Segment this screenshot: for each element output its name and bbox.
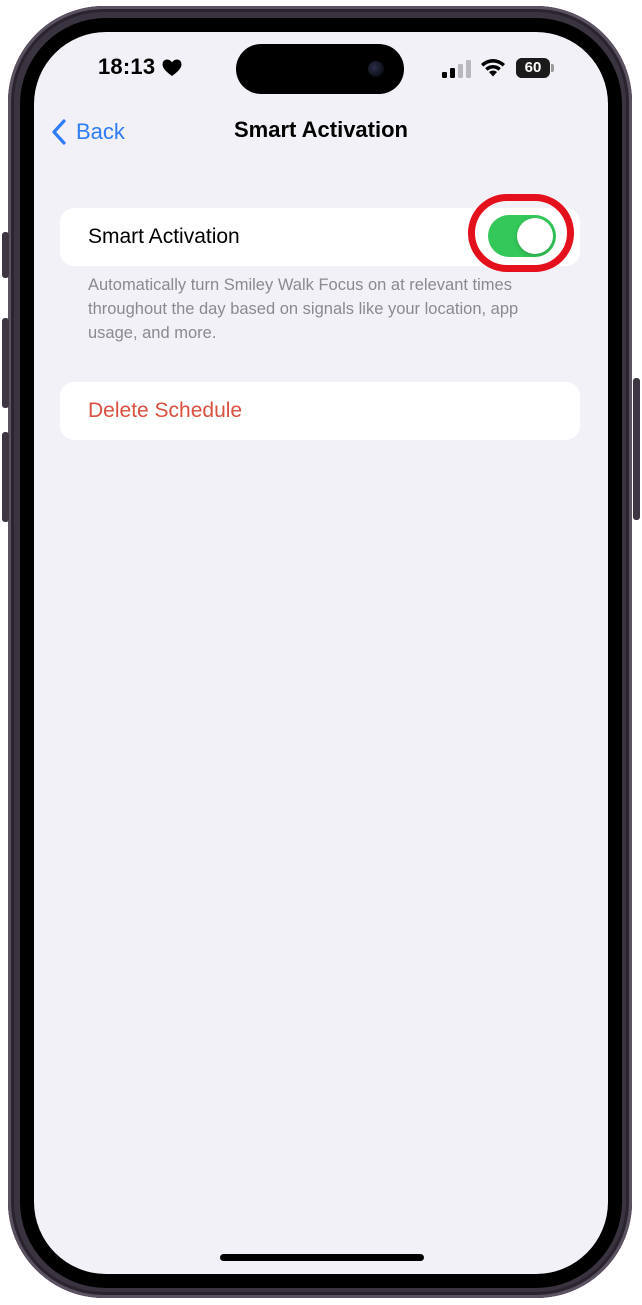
- toggle-knob: [517, 218, 553, 254]
- power-button: [633, 378, 640, 520]
- smart-activation-label: Smart Activation: [88, 225, 240, 248]
- status-time: 18:13: [98, 54, 156, 79]
- battery-icon: 60: [516, 58, 554, 78]
- screen: 18:13 60 Back Smart Activation Smart Act…: [34, 32, 608, 1274]
- battery-cap: [551, 64, 554, 72]
- delete-schedule-label: Delete Schedule: [88, 399, 243, 422]
- delete-schedule-button[interactable]: Delete Schedule: [60, 382, 580, 440]
- cellular-signal-icon: [442, 60, 471, 78]
- wifi-icon: [481, 59, 505, 77]
- action-button: [2, 232, 9, 278]
- front-camera: [368, 61, 384, 77]
- volume-up-button: [2, 318, 9, 408]
- dynamic-island: [236, 44, 404, 94]
- heart-icon: [162, 59, 182, 76]
- volume-down-button: [2, 432, 9, 522]
- smart-activation-footer: Automatically turn Smiley Walk Focus on …: [88, 276, 519, 342]
- page-title: Smart Activation: [233, 117, 408, 142]
- battery-percentage: 60: [524, 59, 542, 76]
- smart-activation-toggle[interactable]: [488, 215, 556, 257]
- home-indicator[interactable]: [220, 1254, 424, 1261]
